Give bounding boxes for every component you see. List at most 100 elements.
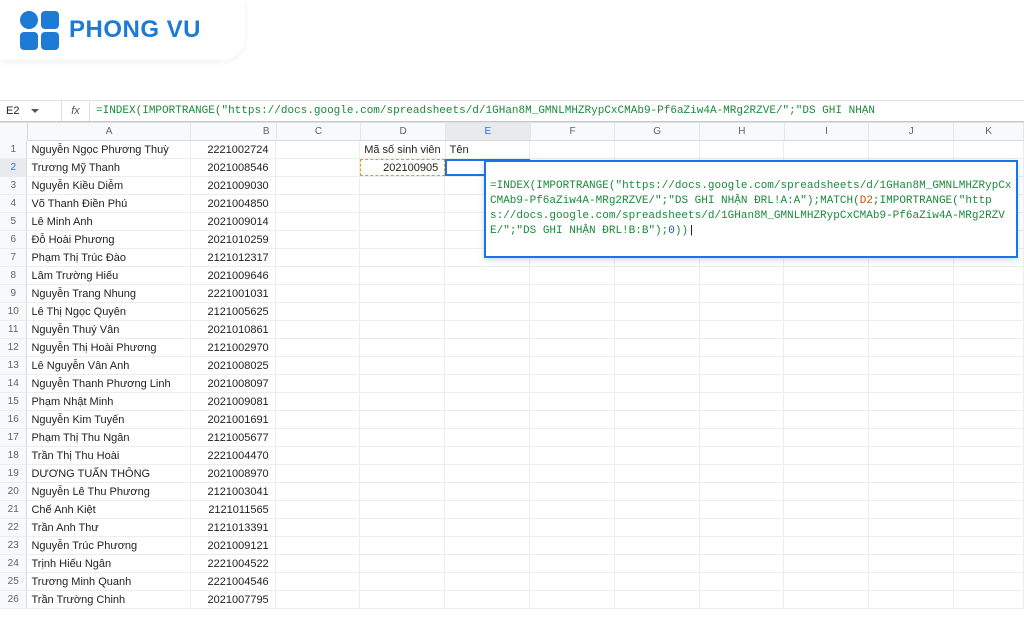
cell[interactable] xyxy=(615,285,700,302)
row-header[interactable]: 2 xyxy=(0,159,27,176)
cell-id[interactable]: 2021009121 xyxy=(191,537,276,554)
cell[interactable] xyxy=(276,249,361,266)
cell[interactable] xyxy=(869,393,954,410)
cell[interactable] xyxy=(530,483,615,500)
cell[interactable] xyxy=(700,285,785,302)
cell[interactable] xyxy=(276,573,361,590)
cell-name[interactable]: Nguyễn Thanh Phương Linh xyxy=(27,375,190,392)
cell[interactable] xyxy=(276,483,361,500)
cell-name[interactable]: Trương Mỹ Thanh xyxy=(27,159,190,176)
cell[interactable] xyxy=(360,303,445,320)
cell-name[interactable]: Nguyễn Trúc Phương xyxy=(27,537,190,554)
cell-id[interactable]: 2121013391 xyxy=(191,519,276,536)
cell[interactable] xyxy=(954,141,1024,158)
cell[interactable] xyxy=(530,303,615,320)
cell[interactable] xyxy=(615,573,700,590)
cell[interactable] xyxy=(615,411,700,428)
cell-id[interactable]: 2121012317 xyxy=(191,249,276,266)
cell[interactable] xyxy=(700,573,785,590)
cell[interactable] xyxy=(615,339,700,356)
cell-name[interactable]: DƯƠNG TUẤN THÔNG xyxy=(27,465,190,482)
cell[interactable] xyxy=(869,339,954,356)
row-header[interactable]: 6 xyxy=(0,231,27,248)
cell[interactable] xyxy=(445,537,530,554)
cell-name[interactable]: Nguyễn Trang Nhung xyxy=(27,285,190,302)
cell[interactable] xyxy=(276,357,361,374)
row-header[interactable]: 10 xyxy=(0,303,27,320)
cell[interactable] xyxy=(615,267,700,284)
cell[interactable] xyxy=(954,537,1024,554)
cell[interactable] xyxy=(700,537,785,554)
cell[interactable] xyxy=(276,429,361,446)
cell[interactable] xyxy=(784,555,869,572)
cell-id[interactable]: 2021001691 xyxy=(191,411,276,428)
cell[interactable] xyxy=(869,285,954,302)
col-header-H[interactable]: H xyxy=(700,123,785,140)
cell[interactable] xyxy=(700,321,785,338)
select-all-corner[interactable] xyxy=(0,123,28,141)
cell[interactable] xyxy=(869,465,954,482)
cell-id[interactable]: 2021007795 xyxy=(191,591,276,608)
cell-name[interactable]: Lê Thị Ngọc Quyên xyxy=(27,303,190,320)
cell[interactable] xyxy=(869,267,954,284)
cell[interactable] xyxy=(360,537,445,554)
cell[interactable] xyxy=(869,303,954,320)
row-header[interactable]: 12 xyxy=(0,339,27,356)
cell[interactable] xyxy=(360,555,445,572)
cell[interactable] xyxy=(700,465,785,482)
cell-id[interactable]: 2021008097 xyxy=(191,375,276,392)
cell[interactable] xyxy=(276,231,361,248)
cell[interactable] xyxy=(784,591,869,608)
cell[interactable] xyxy=(784,375,869,392)
cell-id[interactable]: 2121005677 xyxy=(191,429,276,446)
cell-name[interactable]: Trần Trường Chinh xyxy=(27,591,190,608)
cell-id[interactable]: 2021008970 xyxy=(191,465,276,482)
cell[interactable] xyxy=(615,393,700,410)
cell[interactable] xyxy=(954,573,1024,590)
cell[interactable] xyxy=(954,339,1024,356)
cell[interactable] xyxy=(276,177,361,194)
cell-name[interactable]: Nguyễn Lê Thu Phương xyxy=(27,483,190,500)
cell[interactable] xyxy=(954,591,1024,608)
row-header[interactable]: 11 xyxy=(0,321,27,338)
cell[interactable] xyxy=(360,177,445,194)
cell[interactable] xyxy=(954,483,1024,500)
cell[interactable] xyxy=(445,267,530,284)
cell[interactable] xyxy=(615,141,700,158)
cell[interactable] xyxy=(784,483,869,500)
cell-name[interactable]: Nguyễn Ngọc Phương Thuỳ xyxy=(27,141,190,158)
cell[interactable] xyxy=(445,519,530,536)
cell[interactable] xyxy=(276,303,361,320)
cell[interactable] xyxy=(530,591,615,608)
cell[interactable] xyxy=(530,573,615,590)
cell[interactable] xyxy=(700,357,785,374)
row-header[interactable]: 20 xyxy=(0,483,27,500)
col-header-C[interactable]: C xyxy=(277,123,362,140)
cell-name[interactable]: Phạm Thị Trúc Đào xyxy=(27,249,190,266)
cell-name[interactable]: Trịnh Hiếu Ngân xyxy=(27,555,190,572)
row-header[interactable]: 5 xyxy=(0,213,27,230)
cell-name[interactable]: Phạm Thị Thu Ngân xyxy=(27,429,190,446)
cell[interactable] xyxy=(954,357,1024,374)
cell[interactable] xyxy=(530,375,615,392)
row-header[interactable]: 19 xyxy=(0,465,27,482)
cell[interactable] xyxy=(700,303,785,320)
cell[interactable] xyxy=(530,357,615,374)
cell-id[interactable]: 2021009081 xyxy=(191,393,276,410)
cell[interactable] xyxy=(615,501,700,518)
cell[interactable] xyxy=(784,303,869,320)
cell[interactable] xyxy=(276,591,361,608)
cell[interactable] xyxy=(954,465,1024,482)
cell[interactable] xyxy=(360,591,445,608)
cell[interactable] xyxy=(445,393,530,410)
cell[interactable] xyxy=(445,339,530,356)
cell-name[interactable]: Phạm Nhật Minh xyxy=(27,393,190,410)
cell-header-e[interactable]: Tên xyxy=(446,141,531,158)
cell[interactable] xyxy=(869,519,954,536)
cell[interactable] xyxy=(869,429,954,446)
cell[interactable] xyxy=(954,429,1024,446)
col-header-I[interactable]: I xyxy=(785,123,870,140)
row-header[interactable]: 15 xyxy=(0,393,27,410)
cell[interactable] xyxy=(360,447,445,464)
cell[interactable] xyxy=(276,447,361,464)
